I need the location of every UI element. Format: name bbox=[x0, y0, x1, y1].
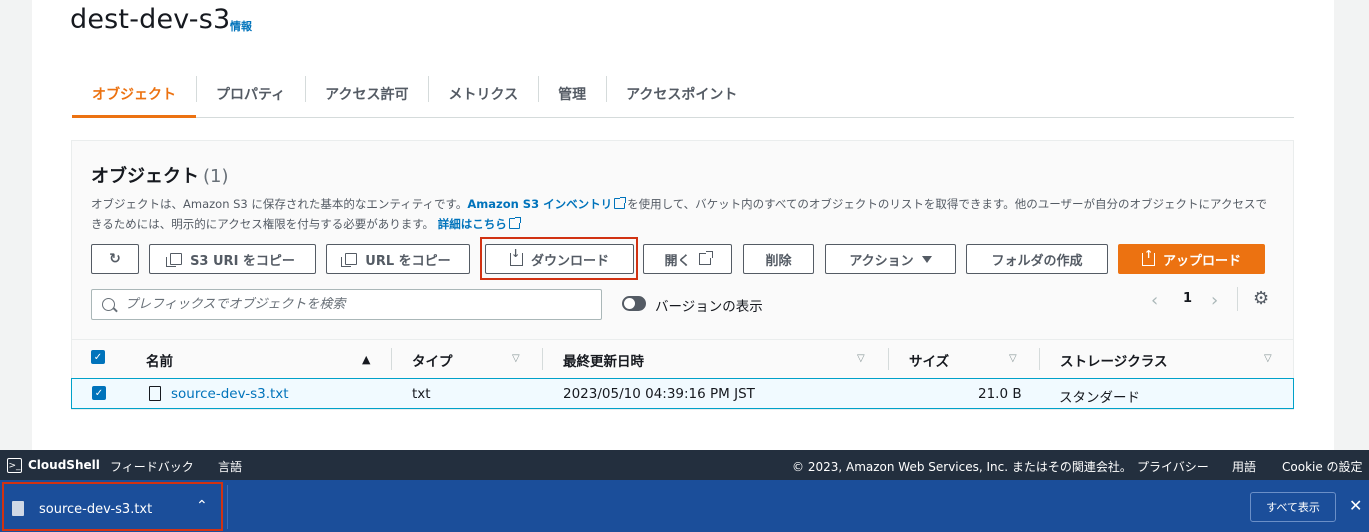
sort-icon[interactable]: ▽ bbox=[512, 353, 520, 364]
delete-label: 削除 bbox=[765, 253, 792, 269]
actions-label: アクション bbox=[849, 253, 914, 269]
download-separator bbox=[227, 485, 228, 529]
object-storage-class: スタンダード bbox=[1059, 390, 1140, 406]
column-header-last-modified[interactable]: 最終更新日時 bbox=[563, 350, 644, 370]
refresh-button[interactable]: ↻ bbox=[91, 244, 139, 274]
copy-s3-uri-button[interactable]: S3 URI をコピー bbox=[149, 244, 316, 274]
column-divider bbox=[1039, 348, 1040, 370]
refresh-icon: ↻ bbox=[109, 251, 121, 267]
privacy-link[interactable]: プライバシー bbox=[1137, 458, 1209, 475]
cloudshell-icon: >_ bbox=[7, 458, 22, 473]
tab-access-points[interactable]: アクセスポイント bbox=[606, 70, 757, 117]
objects-heading-label: オブジェクト bbox=[91, 166, 199, 187]
upload-icon bbox=[1141, 248, 1155, 266]
upload-button[interactable]: アップロード bbox=[1118, 244, 1265, 274]
table-header: ✓ 名前 ▲ タイプ ▽ 最終更新日時 ▽ サイズ ▽ ストレージクラス ▽ bbox=[71, 339, 1294, 377]
copy-icon bbox=[166, 253, 183, 267]
show-all-button[interactable]: すべて表示 bbox=[1250, 492, 1336, 522]
objects-heading: オブジェクト (1) bbox=[91, 162, 229, 188]
copy-url-button[interactable]: URL をコピー bbox=[326, 244, 470, 274]
tab-metrics[interactable]: メトリクス bbox=[428, 70, 538, 117]
tab-properties[interactable]: プロパティ bbox=[196, 70, 305, 117]
column-divider bbox=[391, 348, 392, 370]
versions-toggle-label: バージョンの表示 bbox=[655, 299, 763, 315]
objects-count: (1) bbox=[203, 166, 229, 187]
feedback-link[interactable]: フィードバック bbox=[110, 458, 194, 475]
cloudshell-link[interactable]: CloudShell bbox=[28, 458, 100, 472]
sort-ascending-icon[interactable]: ▲ bbox=[362, 353, 370, 366]
search-input[interactable] bbox=[125, 297, 585, 312]
table-row[interactable]: ✓ source-dev-s3.txt txt 2023/05/10 04:39… bbox=[71, 378, 1294, 409]
object-last-modified: 2023/05/10 04:39:16 PM JST bbox=[563, 386, 755, 402]
tab-permissions[interactable]: アクセス許可 bbox=[305, 70, 428, 117]
row-checkbox[interactable]: ✓ bbox=[92, 386, 106, 400]
file-icon bbox=[12, 501, 24, 516]
caret-down-icon bbox=[921, 255, 932, 263]
terms-link[interactable]: 用語 bbox=[1232, 458, 1256, 475]
sort-icon[interactable]: ▽ bbox=[857, 353, 865, 364]
copy-s3-uri-label: S3 URI をコピー bbox=[190, 253, 295, 269]
info-link[interactable]: 情報 bbox=[230, 18, 252, 34]
pagination-divider bbox=[1237, 287, 1238, 311]
tab-objects[interactable]: オブジェクト bbox=[72, 70, 196, 118]
column-header-name[interactable]: 名前 bbox=[146, 350, 173, 370]
object-size: 21.0 B bbox=[978, 386, 1022, 402]
sort-icon[interactable]: ▽ bbox=[1264, 353, 1272, 364]
column-divider bbox=[888, 348, 889, 370]
search-box bbox=[91, 289, 602, 320]
external-link-icon bbox=[698, 251, 713, 265]
column-header-storage-class[interactable]: ストレージクラス bbox=[1060, 350, 1167, 370]
object-name-link[interactable]: source-dev-s3.txt bbox=[171, 386, 289, 402]
open-label: 開く bbox=[664, 253, 691, 269]
open-button[interactable]: 開く bbox=[643, 244, 732, 274]
copy-url-label: URL をコピー bbox=[365, 253, 451, 269]
console-footer: >_ CloudShell フィードバック 言語 © 2023, Amazon … bbox=[0, 450, 1369, 480]
upload-label: アップロード bbox=[1162, 253, 1241, 269]
file-icon bbox=[149, 386, 161, 401]
download-highlight-box bbox=[480, 237, 638, 280]
search-icon bbox=[102, 298, 115, 311]
column-header-size[interactable]: サイズ bbox=[909, 350, 949, 370]
external-link-icon bbox=[508, 217, 521, 229]
chevron-up-icon[interactable]: ⌃ bbox=[196, 498, 208, 514]
chevron-left-icon[interactable]: ‹ bbox=[1151, 290, 1158, 311]
copy-icon bbox=[341, 253, 358, 267]
column-divider bbox=[542, 348, 543, 370]
external-link-icon bbox=[614, 197, 627, 209]
page-number[interactable]: 1 bbox=[1183, 291, 1192, 306]
chevron-right-icon[interactable]: › bbox=[1211, 290, 1218, 311]
delete-button[interactable]: 削除 bbox=[743, 244, 814, 274]
objects-description: オブジェクトは、Amazon S3 に保存された基本的なエンティティです。Ama… bbox=[91, 194, 1271, 234]
tab-management[interactable]: 管理 bbox=[538, 70, 606, 117]
inventory-link[interactable]: Amazon S3 インベントリ bbox=[467, 197, 612, 211]
desc-text-1: オブジェクトは、Amazon S3 に保存された基本的なエンティティです。 bbox=[91, 197, 468, 211]
cookie-settings-link[interactable]: Cookie の設定 bbox=[1282, 458, 1363, 475]
close-icon[interactable]: ✕ bbox=[1349, 496, 1362, 515]
create-folder-button[interactable]: フォルダの作成 bbox=[966, 244, 1108, 274]
select-all-checkbox[interactable]: ✓ bbox=[91, 350, 105, 364]
downloaded-file-name[interactable]: source-dev-s3.txt bbox=[39, 502, 152, 517]
create-folder-label: フォルダの作成 bbox=[991, 253, 1083, 269]
sort-icon[interactable]: ▽ bbox=[1009, 353, 1017, 364]
tab-bar: オブジェクト プロパティ アクセス許可 メトリクス 管理 アクセスポイント bbox=[72, 70, 1294, 118]
gear-icon[interactable]: ⚙ bbox=[1253, 288, 1269, 309]
copyright-text: © 2023, Amazon Web Services, Inc. またはその関… bbox=[792, 460, 1132, 474]
versions-toggle[interactable] bbox=[622, 296, 646, 311]
language-link[interactable]: 言語 bbox=[218, 458, 242, 475]
learn-more-link[interactable]: 詳細はこちら bbox=[438, 217, 507, 231]
object-type: txt bbox=[412, 386, 431, 402]
column-header-type[interactable]: タイプ bbox=[412, 350, 453, 370]
page-title: dest-dev-s3 bbox=[70, 4, 231, 35]
actions-button[interactable]: アクション bbox=[825, 244, 956, 274]
